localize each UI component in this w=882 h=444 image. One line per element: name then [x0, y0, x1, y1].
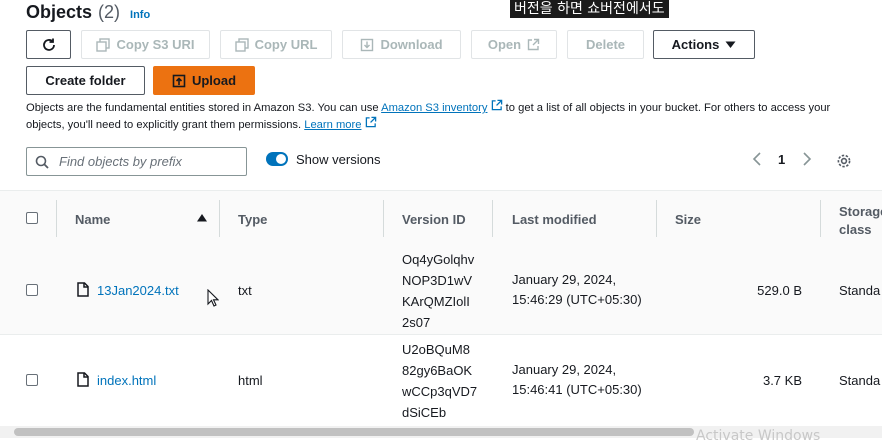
column-divider: [383, 200, 384, 237]
external-link-icon: [527, 38, 540, 51]
storage-class: Standa: [839, 283, 881, 298]
object-type: txt: [238, 283, 252, 298]
file-icon: [77, 372, 89, 387]
chevron-right-icon: [802, 152, 812, 166]
column-divider: [492, 200, 493, 237]
search-icon: [35, 155, 49, 169]
column-divider: [820, 200, 821, 237]
object-name-link[interactable]: index.html: [97, 373, 156, 388]
show-versions-label: Show versions: [296, 152, 381, 167]
column-header-last-modified[interactable]: Last modified: [512, 212, 597, 227]
previous-page-button[interactable]: [752, 152, 762, 169]
create-folder-label: Create folder: [45, 73, 126, 88]
last-modified-date: January 29, 2024,: [512, 272, 617, 287]
version-id-line: NOP3D1wV: [402, 273, 473, 288]
last-modified: January 29, 2024, 15:46:41 (UTC+05:30): [512, 360, 642, 400]
copy-icon: [96, 37, 111, 52]
download-label: Download: [380, 37, 443, 52]
page-title: Objects: [26, 2, 93, 22]
open-button[interactable]: Open: [471, 30, 557, 59]
objects-description: Objects are the fundamental entities sto…: [26, 99, 846, 133]
actions-dropdown[interactable]: Actions: [653, 30, 755, 59]
copy-icon: [234, 37, 249, 52]
preferences-button[interactable]: [836, 153, 852, 172]
delete-button[interactable]: Delete: [567, 30, 644, 59]
column-header-type[interactable]: Type: [238, 212, 267, 227]
copy-s3-uri-button[interactable]: Copy S3 URI: [81, 30, 210, 59]
copy-url-button[interactable]: Copy URL: [220, 30, 332, 59]
table-header: Name Type Version ID Last modified Size …: [0, 190, 882, 246]
column-divider: [656, 200, 657, 237]
activation-watermark: Activate Windows: [696, 428, 821, 444]
object-type: html: [238, 373, 263, 388]
version-id-line: 2s07: [402, 315, 431, 330]
storage-class: Standa: [839, 373, 881, 388]
scrollbar-thumb[interactable]: [14, 428, 694, 436]
version-id-line: wCCp3qVD7: [402, 384, 478, 399]
download-icon: [360, 38, 374, 52]
page-number[interactable]: 1: [778, 152, 785, 167]
object-count: (2): [98, 2, 121, 22]
column-divider: [219, 200, 220, 237]
select-all-checkbox[interactable]: [26, 212, 38, 224]
storage-class-line-2: class: [839, 222, 872, 237]
info-link[interactable]: Info: [130, 9, 150, 21]
table-row[interactable]: 13Jan2024.txt txt Oq4yGolqhv NOP3D1wV KA…: [0, 245, 882, 335]
mouse-cursor-icon: [207, 289, 219, 307]
external-link-icon: [365, 116, 377, 128]
object-size: 529.0 B: [757, 283, 802, 298]
column-header-size[interactable]: Size: [675, 212, 701, 227]
description-text-1: Objects are the fundamental entities sto…: [26, 102, 382, 114]
last-modified-time: 15:46:41 (UTC+05:30): [512, 382, 642, 397]
copy-url-label: Copy URL: [254, 37, 318, 52]
learn-more-link[interactable]: Learn more: [304, 119, 361, 131]
copy-s3-uri-label: Copy S3 URI: [116, 37, 195, 52]
download-button[interactable]: Download: [342, 30, 461, 59]
upload-button[interactable]: Upload: [153, 66, 255, 95]
external-link-icon: [491, 99, 503, 111]
caret-down-icon: [725, 41, 736, 49]
refresh-icon: [41, 37, 57, 53]
gear-icon: [836, 153, 852, 169]
sort-ascending-icon[interactable]: [197, 214, 207, 222]
upload-icon: [172, 74, 186, 88]
version-id: Oq4yGolqhv NOP3D1wV KArQMZIolI 2s07: [402, 249, 474, 333]
table-row[interactable]: index.html html U2oBQuM8 82gy6BaOK wCCp3…: [0, 335, 882, 427]
s3-inventory-link[interactable]: Amazon S3 inventory: [381, 102, 487, 114]
version-id-line: 82gy6BaOK: [402, 363, 473, 378]
last-modified: January 29, 2024, 15:46:29 (UTC+05:30): [512, 270, 642, 310]
upload-label: Upload: [191, 73, 237, 88]
column-header-storage-class[interactable]: Storage class: [839, 203, 882, 239]
row-checkbox[interactable]: [26, 284, 38, 296]
search-input[interactable]: [57, 153, 241, 170]
version-id-line: dSiCEb: [402, 405, 447, 420]
version-id-line: KArQMZIolI: [402, 294, 470, 309]
objects-header: Objects (2) Info: [26, 2, 150, 24]
object-size: 3.7 KB: [762, 373, 802, 388]
search-box[interactable]: [26, 147, 247, 176]
open-label: Open: [487, 37, 522, 52]
version-id: U2oBQuM8 82gy6BaOK wCCp3qVD7 dSiCEb: [402, 339, 477, 423]
show-versions-toggle[interactable]: [266, 152, 288, 166]
storage-class-line-1: Storage: [839, 204, 882, 219]
column-divider: [56, 200, 57, 237]
last-modified-date: January 29, 2024,: [512, 362, 617, 377]
version-id-line: U2oBQuM8: [402, 342, 470, 357]
version-id-line: Oq4yGolqhv: [402, 252, 475, 267]
file-icon: [77, 282, 89, 297]
column-header-version-id[interactable]: Version ID: [402, 212, 466, 227]
create-folder-button[interactable]: Create folder: [26, 66, 145, 95]
column-header-name[interactable]: Name: [75, 212, 110, 227]
next-page-button[interactable]: [802, 152, 812, 169]
refresh-button[interactable]: [26, 30, 71, 59]
video-caption: 버전을 하면 쇼버전에서도: [510, 0, 669, 18]
actions-label: Actions: [671, 37, 720, 52]
delete-label: Delete: [585, 37, 626, 52]
last-modified-time: 15:46:29 (UTC+05:30): [512, 292, 642, 307]
object-name-link[interactable]: 13Jan2024.txt: [97, 283, 179, 298]
row-checkbox[interactable]: [26, 374, 38, 386]
chevron-left-icon: [752, 152, 762, 166]
